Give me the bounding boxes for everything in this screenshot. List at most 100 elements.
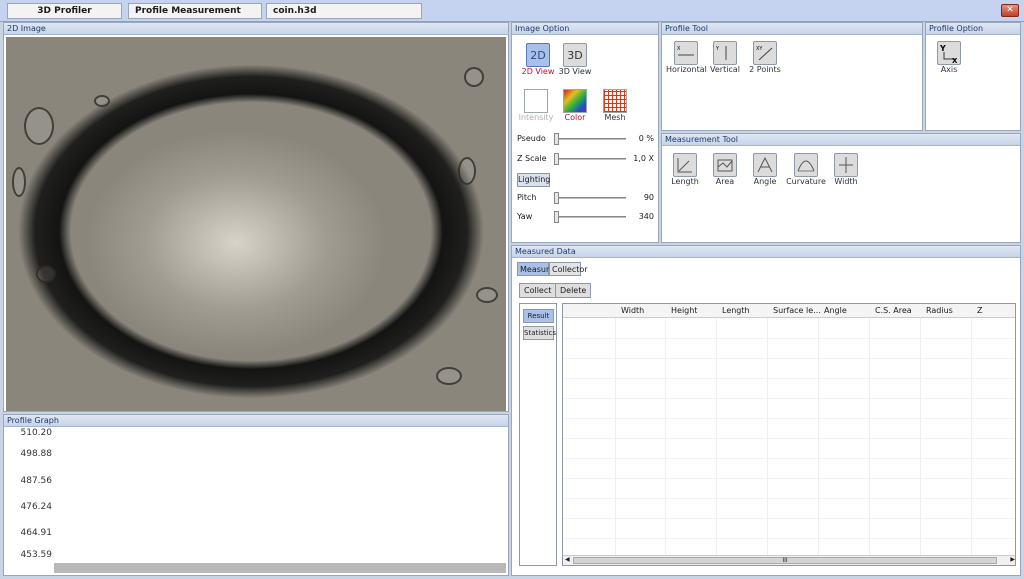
horizontal-icon[interactable]: X (674, 41, 698, 65)
view-2d-tool[interactable]: 2D 2D View (520, 43, 556, 76)
surface-particle (458, 157, 476, 185)
grid-line (563, 458, 1015, 459)
profile-graph-area[interactable] (54, 429, 506, 574)
surface-particle (94, 95, 110, 107)
two-points-icon[interactable]: XY (753, 41, 777, 65)
grid-line (869, 318, 870, 556)
yaw-label: Yaw (517, 212, 533, 221)
column-header-z[interactable]: Z (977, 306, 982, 315)
column-header-width[interactable]: Width (621, 306, 644, 315)
angle-icon[interactable] (753, 153, 777, 177)
column-header-cs-area[interactable]: C.S. Area (875, 306, 912, 315)
microscope-image-view[interactable] (6, 37, 506, 411)
column-header-length[interactable]: Length (722, 306, 750, 315)
pseudo-slider-thumb[interactable] (554, 133, 559, 145)
profile-graph-scrollbar[interactable] (54, 563, 506, 573)
measured-data-table: Width Height Length Surface le... Angle … (562, 303, 1016, 566)
table-horizontal-scrollbar[interactable]: ◀ III ▶ (563, 555, 1015, 565)
color-swatch[interactable] (563, 89, 587, 113)
view-2d-button[interactable]: 2D (526, 43, 550, 67)
tab-coin-file[interactable]: coin.h3d (266, 3, 422, 19)
y-tick-label: 464.91 (20, 528, 53, 538)
column-header-height[interactable]: Height (671, 306, 697, 315)
statistics-button[interactable]: Statistics (523, 326, 556, 340)
view-3d-button[interactable]: 3D (563, 43, 587, 67)
view-2d-label: 2D View (521, 67, 555, 76)
profile-tool-panel: Profile Tool X Horizontal Y Vertical XY … (661, 22, 923, 131)
delete-button[interactable]: Delete (555, 283, 592, 298)
collect-button[interactable]: Collect (519, 283, 557, 298)
intensity-swatch[interactable] (524, 89, 548, 113)
tab-3d-profiler[interactable]: 3D Profiler (7, 3, 122, 19)
tab-collector[interactable]: Collector (549, 262, 588, 276)
mesh-tool[interactable]: Mesh (598, 89, 632, 122)
svg-text:Y: Y (939, 44, 946, 53)
color-label: Color (564, 113, 586, 122)
area-label: Area (715, 177, 735, 186)
surface-particle (36, 265, 56, 283)
grid-line (818, 318, 819, 556)
column-header-surface-length[interactable]: Surface le... (773, 306, 821, 315)
length-icon[interactable] (673, 153, 697, 177)
width-icon[interactable] (834, 153, 858, 177)
scroll-thumb[interactable]: III (573, 557, 997, 564)
image-option-title: Image Option (512, 23, 658, 35)
zscale-label: Z Scale (517, 154, 547, 163)
y-tick-label: 487.56 (20, 476, 53, 486)
scroll-left-icon[interactable]: ◀ (565, 556, 570, 563)
top-tab-bar: 3D Profiler Profile Measurement coin.h3d… (0, 0, 1024, 22)
pitch-label: Pitch (517, 193, 537, 202)
grid-line (615, 318, 616, 556)
result-type-list: Result Statistics (519, 303, 557, 566)
intensity-tool[interactable]: Intensity (518, 89, 554, 122)
width-tool[interactable]: Width (828, 153, 864, 186)
length-tool[interactable]: Length (666, 153, 704, 186)
vertical-tool[interactable]: Y Vertical (706, 41, 744, 74)
angle-label: Angle (753, 177, 777, 186)
scroll-right-icon[interactable]: ▶ (1010, 556, 1015, 563)
column-header-angle[interactable]: Angle (824, 306, 847, 315)
yaw-slider-thumb[interactable] (554, 211, 559, 223)
mesh-label: Mesh (604, 113, 626, 122)
surface-particle (476, 287, 498, 303)
profile-tool-title: Profile Tool (662, 23, 922, 35)
mesh-icon[interactable] (603, 89, 627, 113)
grid-line (971, 318, 972, 556)
pseudo-slider[interactable] (554, 133, 626, 145)
area-icon[interactable] (713, 153, 737, 177)
svg-text:X: X (677, 46, 681, 52)
horizontal-tool[interactable]: X Horizontal (666, 41, 707, 74)
zscale-slider[interactable] (554, 153, 626, 165)
column-header-radius[interactable]: Radius (926, 306, 953, 315)
tab-profile-measurement[interactable]: Profile Measurement (128, 3, 262, 19)
two-points-label: 2 Points (749, 65, 781, 74)
close-window-button[interactable]: ✕ (1001, 4, 1019, 17)
curvature-tool[interactable]: Curvature (784, 153, 828, 186)
two-points-tool[interactable]: XY 2 Points (746, 41, 784, 74)
horizontal-label: Horizontal (666, 65, 707, 74)
lighting-button[interactable]: Lighting (517, 173, 550, 187)
color-tool[interactable]: Color (558, 89, 592, 122)
vertical-icon[interactable]: Y (713, 41, 737, 65)
grid-line (563, 518, 1015, 519)
result-button[interactable]: Result (523, 309, 554, 323)
svg-text:XY: XY (756, 46, 763, 52)
image-2d-panel: 2D Image (3, 22, 509, 412)
view-3d-tool[interactable]: 3D 3D View (558, 43, 592, 76)
pitch-slider-thumb[interactable] (554, 192, 559, 204)
tab-measure[interactable]: Measure (517, 262, 554, 276)
grid-line (563, 418, 1015, 419)
zscale-slider-thumb[interactable] (554, 153, 559, 165)
grid-line (563, 498, 1015, 499)
yaw-slider[interactable] (554, 211, 626, 223)
pitch-slider[interactable] (554, 192, 626, 204)
vertical-label: Vertical (710, 65, 740, 74)
profile-option-panel: Profile Option YX Axis (925, 22, 1021, 131)
grid-line (563, 398, 1015, 399)
axis-tool[interactable]: YX Axis (932, 41, 966, 74)
area-tool[interactable]: Area (706, 153, 744, 186)
curvature-icon[interactable] (794, 153, 818, 177)
angle-tool[interactable]: Angle (746, 153, 784, 186)
table-header: Width Height Length Surface le... Angle … (563, 304, 1015, 318)
axis-icon[interactable]: YX (937, 41, 961, 65)
